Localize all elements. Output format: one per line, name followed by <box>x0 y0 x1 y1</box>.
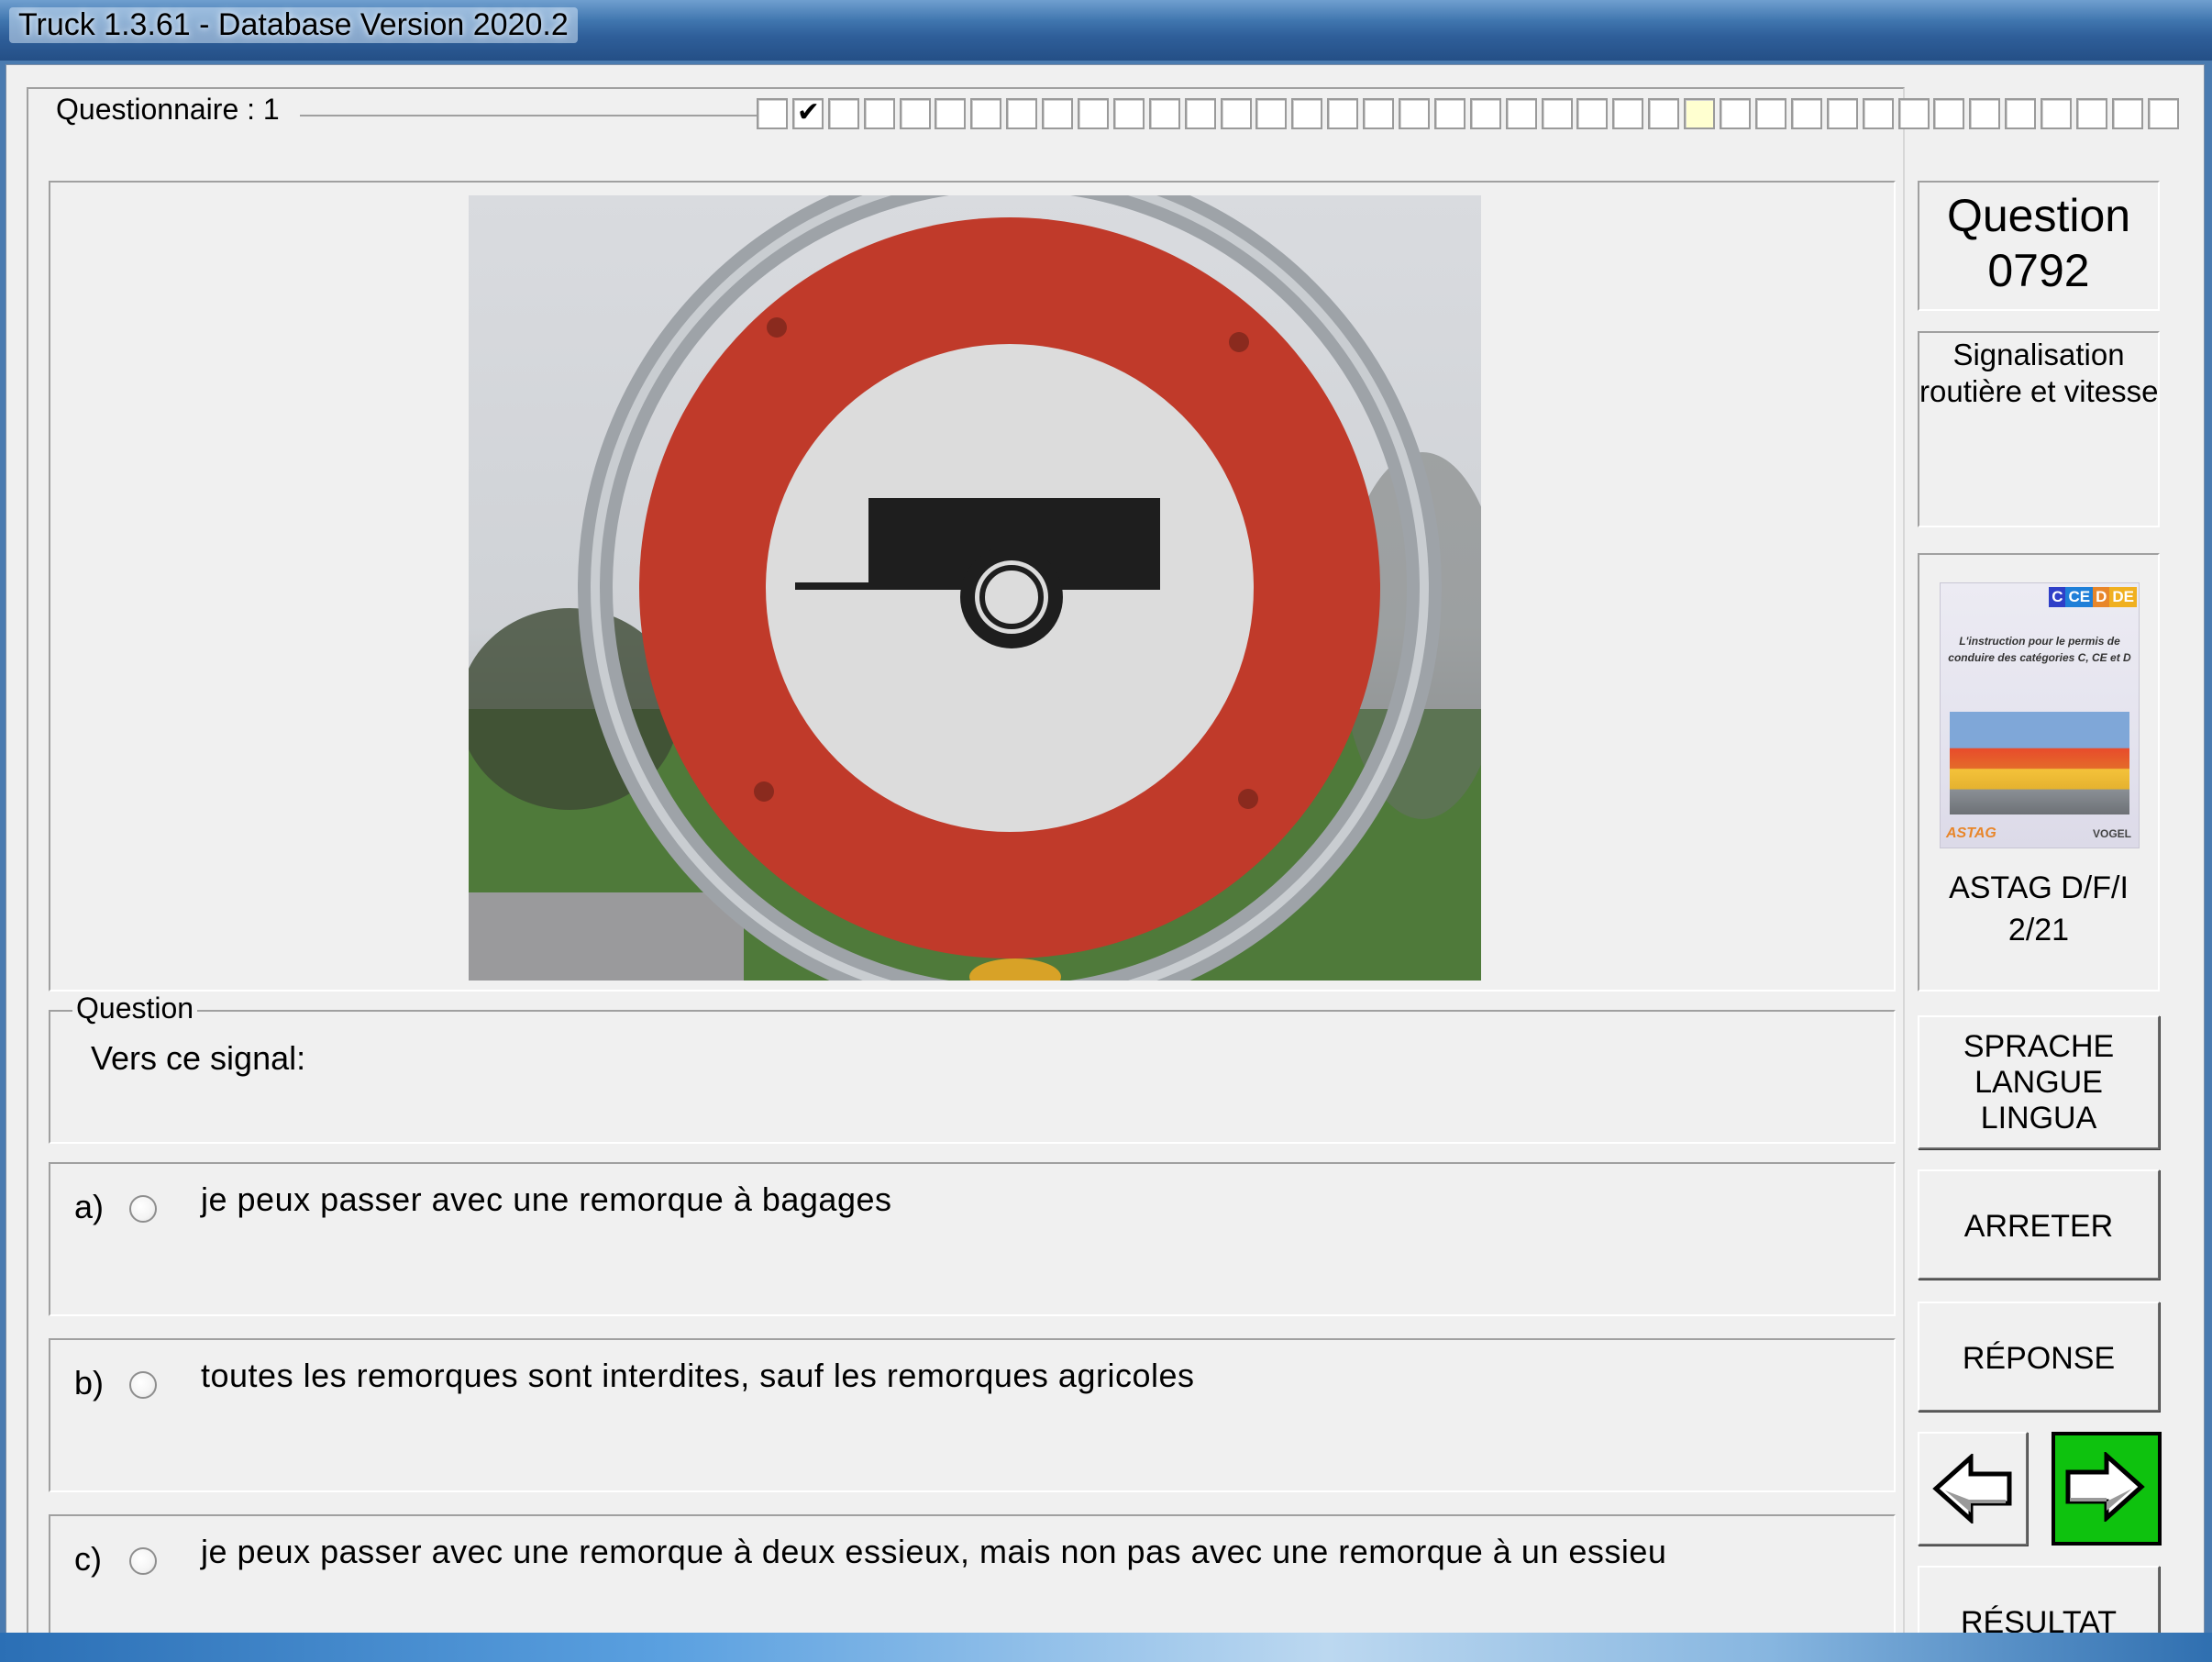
no-trailers-sign-icon <box>469 195 1481 981</box>
progress-checkbox <box>1826 98 1858 129</box>
answer-a-letter: a) <box>74 1188 105 1225</box>
question-group-label: Question <box>72 992 198 1025</box>
book-tag-de: DE <box>2109 587 2137 607</box>
progress-checkbox <box>935 98 967 129</box>
answer-b-text: toutes les remorques sont interdites, sa… <box>201 1357 1195 1394</box>
progress-checkbox <box>2075 98 2107 129</box>
progress-checkbox <box>2041 98 2073 129</box>
book-tag-c: C <box>2049 587 2066 607</box>
question-text: Vers ce signal: <box>91 1039 306 1077</box>
book-tag-d: D <box>2093 587 2110 607</box>
progress-checkbox <box>2005 98 2037 129</box>
progress-checkbox <box>2111 98 2143 129</box>
book-caption-line-1: ASTAG D/F/I <box>1949 870 2129 905</box>
language-button[interactable]: SPRACHE LANGUE LINGUA <box>1918 1015 2160 1149</box>
language-label-it: LINGUA <box>1980 1101 2097 1136</box>
answer-a-text: je peux passer avec une remorque à bagag… <box>201 1180 892 1218</box>
progress-checkbox <box>1433 98 1465 129</box>
book-truck-bus-image <box>1950 712 2129 814</box>
progress-checkbox <box>1612 98 1644 129</box>
progress-checkbox <box>1754 98 1786 129</box>
progress-checkbox <box>1576 98 1609 129</box>
progress-checkbox <box>1790 98 1822 129</box>
window-client: Questionnaire : 1 ✔ Question Vers ce sig… <box>6 64 2205 1662</box>
progress-checkbox <box>1220 98 1252 129</box>
answer-a-radio[interactable] <box>129 1195 157 1223</box>
progress-checkbox <box>757 98 788 129</box>
arrow-left-icon <box>1932 1454 2012 1524</box>
progress-checkbox <box>1469 98 1501 129</box>
progress-checkbox <box>1399 98 1431 129</box>
progress-checkbox <box>791 96 824 129</box>
questionnaire-divider <box>300 115 758 116</box>
question-number-label: Question <box>1946 190 2131 241</box>
progress-checkbox <box>1006 98 1038 129</box>
window-bottom-border <box>0 1633 2212 1662</box>
answer-b[interactable]: b) toutes les remorques sont interdites,… <box>49 1338 1896 1492</box>
book-logo-left: ASTAG <box>1946 825 1996 841</box>
progress-checkbox <box>970 98 1002 129</box>
question-box: Question Vers ce signal: <box>49 992 1896 1144</box>
question-number-panel: Question 0792 <box>1918 181 2160 311</box>
book-category-tags: C CE D DE <box>2049 587 2137 607</box>
book-caption: ASTAG D/F/I 2/21 <box>1919 867 2158 951</box>
progress-checkbox <box>1042 98 1074 129</box>
stop-button[interactable]: ARRETER <box>1918 1169 2160 1280</box>
next-button[interactable] <box>2052 1432 2162 1546</box>
progress-checkbox <box>1897 98 1930 129</box>
progress-checkbox <box>899 98 931 129</box>
progress-checkbox <box>1148 98 1180 129</box>
answer-b-radio[interactable] <box>129 1371 157 1399</box>
window-title: Truck 1.3.61 - Database Version 2020.2 <box>9 7 578 43</box>
answer-c-letter: c) <box>74 1540 102 1578</box>
category-line-2: routière et vitesse <box>1919 374 2159 408</box>
progress-checkbox <box>1684 98 1716 129</box>
progress-checkbox <box>1291 98 1323 129</box>
previous-button[interactable] <box>1918 1432 2028 1546</box>
questionnaire-label: Questionnaire : 1 <box>50 93 285 127</box>
language-label-fr: LANGUE <box>1974 1065 2103 1100</box>
progress-checkbox <box>1648 98 1680 129</box>
category-panel: Signalisation routière et vitesse <box>1918 331 2160 527</box>
answer-c-text: je peux passer avec une remorque à deux … <box>201 1533 1667 1570</box>
answer-c-radio[interactable] <box>129 1547 157 1575</box>
progress-checkbox <box>1255 98 1288 129</box>
progress-checkbox <box>1969 98 2001 129</box>
window-frame: Questionnaire : 1 ✔ Question Vers ce sig… <box>0 61 2212 1662</box>
progress-checkbox <box>1363 98 1395 129</box>
answer-button[interactable]: RÉPONSE <box>1918 1302 2160 1412</box>
answer-a[interactable]: a) je peux passer avec une remorque à ba… <box>49 1162 1896 1316</box>
title-bar: Truck 1.3.61 - Database Version 2020.2 <box>0 0 2212 61</box>
progress-checkbox <box>1505 98 1537 129</box>
language-label-de: SPRACHE <box>1963 1029 2115 1064</box>
progress-checkbox <box>1720 98 1752 129</box>
progress-checkbox <box>1327 98 1359 129</box>
category-line-1: Signalisation <box>1952 338 2125 371</box>
progress-checkbox <box>1112 98 1145 129</box>
question-image <box>469 195 1481 981</box>
progress-checkbox <box>863 98 895 129</box>
progress-checkbox <box>2147 98 2179 129</box>
question-number: 0792 <box>1987 245 2090 296</box>
progress-checkbox <box>827 98 859 129</box>
book-tag-ce: CE <box>2065 587 2094 607</box>
book-title: L'instruction pour le permis de conduire… <box>1948 635 2131 664</box>
progress-checkbox <box>1862 98 1894 129</box>
arrow-right-icon <box>2065 1452 2145 1522</box>
progress-checkbox <box>1541 98 1573 129</box>
progress-checkbox <box>1184 98 1216 129</box>
answer-b-letter: b) <box>74 1364 105 1402</box>
book-panel: C CE D DE L'instruction pour le permis d… <box>1918 553 2160 992</box>
book-cover: C CE D DE L'instruction pour le permis d… <box>1940 582 2140 848</box>
progress-checkbox <box>1078 98 1110 129</box>
progress-checkbox <box>1933 98 1965 129</box>
book-logo-right: VOGEL <box>2092 827 2131 840</box>
progress-checkboxes <box>757 96 2184 129</box>
book-caption-line-2: 2/21 <box>2007 913 2070 947</box>
